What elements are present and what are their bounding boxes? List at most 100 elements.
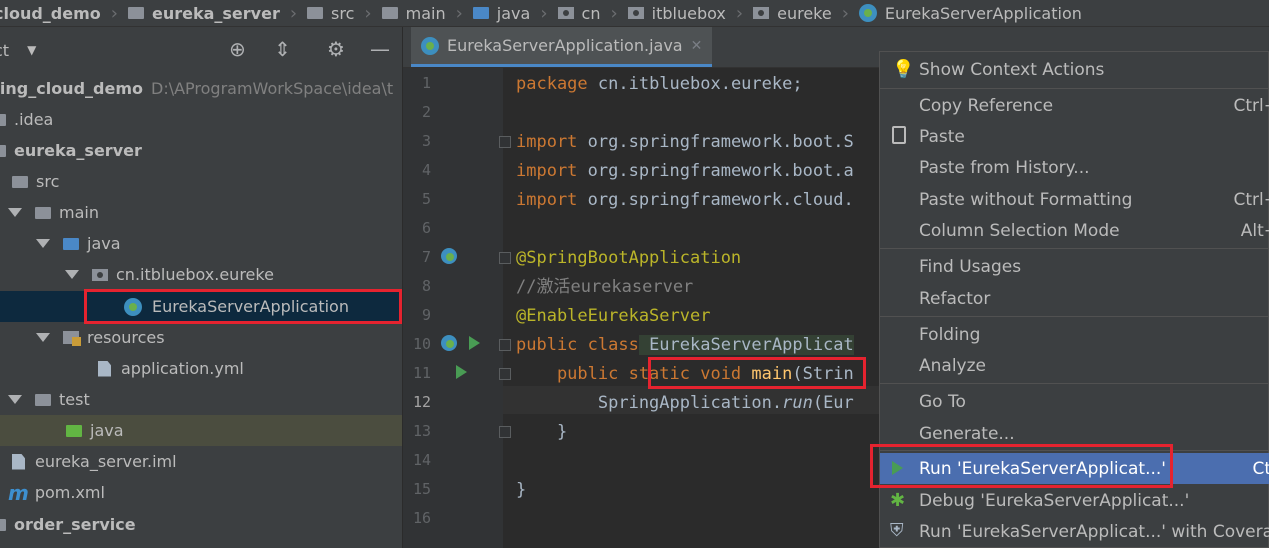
breadcrumb-item-eureke[interactable]: eureke [753, 4, 832, 23]
editor-tab[interactable]: EurekaServerApplication.java ✕ [411, 27, 713, 67]
menu-item-paste-without-formatting[interactable]: Paste without Formatting Ctrl+ [880, 184, 1269, 215]
yaml-file-icon [98, 360, 111, 377]
menu-item-paste[interactable]: Paste [880, 121, 1269, 152]
tree-item-test-java[interactable]: java [0, 415, 402, 446]
breadcrumb-item-cn[interactable]: cn [557, 3, 601, 23]
breadcrumb-label: eureka_server [151, 3, 280, 23]
gear-icon[interactable]: ⚙ [327, 39, 345, 59]
menu-item-label: Go To [919, 391, 966, 412]
breadcrumb-label: itbluebox [651, 3, 726, 23]
tree-item-resources[interactable]: resources [0, 322, 402, 353]
code-token: org.springframework.boot.a [577, 161, 854, 181]
tree-item-pom[interactable]: m pom.xml [0, 477, 402, 508]
expand-arrow-icon[interactable] [65, 270, 79, 279]
tree-item-label: src [36, 172, 60, 191]
chevron-down-icon[interactable]: ▼ [27, 43, 36, 57]
run-icon[interactable] [456, 365, 467, 379]
spring-bean-gutter-icon[interactable] [441, 248, 457, 264]
close-icon[interactable]: ✕ [691, 38, 703, 54]
breadcrumb-item-itbluebox[interactable]: itbluebox [627, 3, 726, 23]
fold-marker-icon[interactable] [499, 339, 511, 351]
expand-arrow-icon[interactable] [36, 333, 50, 342]
menu-item-go-to[interactable]: Go To [880, 386, 1269, 417]
tree-item-eureka-server-application[interactable]: EurekaServerApplication [0, 291, 402, 322]
expand-arrow-icon[interactable] [8, 395, 22, 404]
chevron-right-icon: › [110, 2, 118, 24]
breadcrumb-item-class[interactable]: EurekaServerApplication [858, 3, 1082, 23]
menu-item-column-selection-mode[interactable]: Column Selection Mode Alt+ [880, 215, 1269, 246]
menu-item-find-usages[interactable]: Find Usages [880, 251, 1269, 282]
run-icon[interactable] [469, 336, 480, 350]
collapse-all-icon[interactable]: ⇕ [274, 39, 291, 59]
breadcrumb-item-java[interactable]: java [472, 4, 530, 23]
tree-item-order-service[interactable]: order_service [0, 509, 402, 540]
tree-item-application-yml[interactable]: application.yml [0, 353, 402, 384]
chevron-right-icon: › [289, 2, 298, 24]
code-token: @SpringBootApplication [516, 248, 742, 268]
menu-item-show-context-actions[interactable]: 💡 Show Context Actions [880, 54, 1269, 85]
code-token: org.springframework.boot.S [577, 132, 854, 152]
expand-arrow-icon[interactable] [36, 239, 50, 248]
menu-item-generate[interactable]: Generate... [880, 418, 1269, 449]
project-view-title[interactable]: ct [0, 41, 9, 60]
package-icon [753, 7, 770, 19]
module-folder-icon [127, 7, 144, 19]
line-number: 2 [421, 103, 431, 121]
menu-item-label: Generate... [919, 423, 1015, 444]
breadcrumb-item-src[interactable]: src [307, 4, 354, 23]
menu-item-folding[interactable]: Folding [880, 319, 1269, 350]
fold-marker-icon[interactable] [499, 426, 511, 438]
code-token: } [516, 480, 527, 500]
run-icon [892, 461, 903, 475]
menu-separator [880, 316, 1269, 317]
menu-item-label: Copy Reference [919, 95, 1054, 116]
tree-item-package[interactable]: cn.itbluebox.eureke [0, 259, 402, 290]
tree-item-project-root[interactable]: ring_cloud_demo D:\AProgramWorkSpace\ide… [0, 73, 402, 104]
code-line: } [516, 476, 526, 504]
tree-item-test[interactable]: test [0, 384, 402, 415]
menu-item-paste-from-history[interactable]: Paste from History... [880, 152, 1269, 183]
tree-item-eureka-server[interactable]: eureka_server [0, 135, 402, 166]
breadcrumb-item-project[interactable]: cloud_demo [0, 4, 101, 23]
menu-separator [880, 88, 1269, 89]
line-number: 1 [421, 74, 431, 92]
tree-item-label: application.yml [121, 359, 244, 378]
menu-item-shortcut: Ctr [1252, 458, 1269, 479]
code-line: //激活eurekaserver [516, 273, 693, 301]
tree-item-java[interactable]: java [0, 228, 402, 259]
tree-item-label: eureka_server [14, 141, 142, 160]
menu-item-label: Paste from History... [919, 157, 1090, 178]
code-token: import [516, 190, 578, 210]
menu-item-analyze[interactable]: Analyze [880, 350, 1269, 381]
menu-item-debug[interactable]: ✱ Debug 'EurekaServerApplicat...' [880, 485, 1269, 516]
fold-marker-icon[interactable] [499, 368, 511, 380]
menu-item-refactor[interactable]: Refactor [880, 283, 1269, 314]
tree-item-src[interactable]: src [0, 166, 402, 197]
line-number: 11 [412, 364, 431, 382]
locate-icon[interactable]: ⊕ [229, 39, 246, 59]
code-line: import org.springframework.boot.a [516, 157, 854, 185]
tree-item-path: D:\AProgramWorkSpace\idea\t [151, 79, 394, 98]
tree-item-label: java [90, 421, 124, 440]
code-token: org.springframework.cloud. [577, 190, 854, 210]
spring-bean-gutter-icon[interactable] [441, 335, 457, 351]
tree-item-main[interactable]: main [0, 197, 402, 228]
breadcrumb-item-module[interactable]: eureka_server [127, 3, 280, 23]
tree-item-idea[interactable]: .idea [0, 104, 402, 135]
breadcrumb-item-main[interactable]: main [381, 4, 446, 23]
menu-item-run-with-coverage[interactable]: ⛨ Run 'EurekaServerApplicat...' with Cov… [880, 516, 1269, 547]
spring-boot-class-icon [124, 297, 142, 316]
breadcrumb-label: cn [581, 3, 601, 23]
menu-item-copy-reference[interactable]: Copy Reference Ctrl+ [880, 90, 1269, 121]
fold-marker-icon[interactable] [499, 252, 511, 264]
breadcrumb-label: EurekaServerApplication [884, 3, 1082, 23]
tree-item-iml[interactable]: eureka_server.iml [0, 446, 402, 477]
fold-marker-icon[interactable] [499, 136, 511, 148]
minimize-icon[interactable]: — [370, 39, 390, 59]
source-folder-icon [472, 7, 489, 19]
expand-arrow-icon[interactable] [8, 208, 22, 217]
menu-separator [880, 248, 1269, 249]
menu-item-run[interactable]: Run 'EurekaServerApplicat...' Ctr [880, 453, 1269, 484]
tree-item-label: .idea [14, 110, 54, 129]
menu-item-label: Folding [919, 324, 981, 345]
